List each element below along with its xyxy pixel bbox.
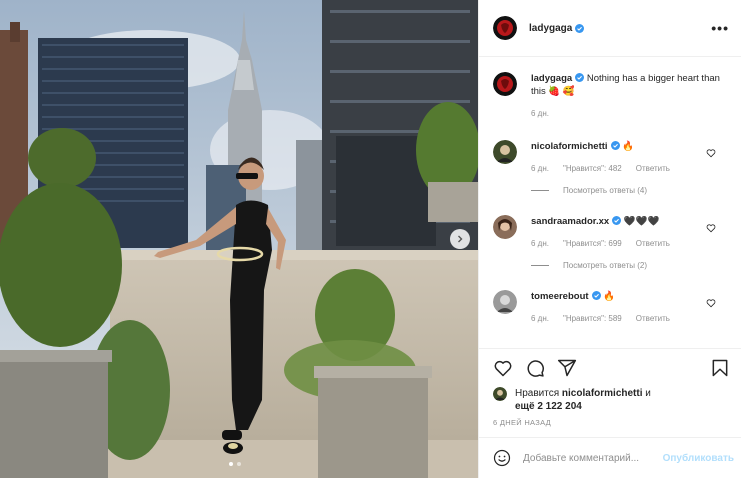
photo-scene	[0, 0, 478, 478]
comment-text: 🔥	[622, 141, 635, 152]
view-replies-label: Посмотреть ответы (2)	[563, 261, 648, 270]
comment-input[interactable]	[523, 452, 655, 464]
verified-icon	[612, 216, 622, 225]
comment-icon[interactable]	[525, 358, 545, 378]
likes-suffix: и	[645, 388, 651, 399]
likes-count-button[interactable]: ещё 2 122 204	[515, 401, 582, 412]
commenter-avatar[interactable]	[493, 290, 517, 314]
verified-icon	[610, 141, 620, 150]
like-comment-heart-icon[interactable]	[706, 148, 716, 158]
post-photo[interactable]	[0, 0, 478, 478]
comment-text: 🖤🖤🖤	[623, 216, 660, 227]
carousel-dot-active	[229, 462, 233, 466]
author-avatar[interactable]	[493, 16, 517, 40]
emoji-icon[interactable]	[493, 449, 511, 467]
comment-likes-count[interactable]: "Нравится": 699	[563, 239, 622, 248]
carousel-indicator	[229, 462, 241, 466]
instagram-post: ladygaga ••• ladygaga Nothing has a bigg…	[0, 0, 741, 478]
likes-text: Нравится nicolaformichetti и ещё 2 122 2…	[515, 387, 651, 413]
comments-list[interactable]: ladygaga Nothing has a bigger heart than…	[479, 58, 741, 348]
view-replies-button[interactable]: Посмотреть ответы (2)	[531, 261, 728, 270]
likes-summary: Нравится nicolaformichetti и ещё 2 122 2…	[479, 387, 741, 413]
comment-age: 6 дн.	[531, 239, 549, 248]
more-options-icon[interactable]: •••	[711, 20, 729, 36]
publish-button[interactable]: Опубликовать	[663, 453, 734, 464]
verified-icon	[575, 23, 585, 33]
add-comment-bar: Опубликовать	[479, 437, 741, 478]
share-icon[interactable]	[557, 358, 577, 378]
comment-username[interactable]: sandraamador.xx	[531, 216, 609, 227]
caption-age: 6 дн.	[531, 109, 549, 118]
comment-likes-count[interactable]: "Нравится": 482	[563, 164, 622, 173]
author-username[interactable]: ladygaga	[529, 23, 572, 34]
post-timestamp[interactable]: 6 ДНЕЙ НАЗАД	[479, 413, 741, 427]
reply-button[interactable]: Ответить	[636, 164, 670, 173]
bookmark-icon[interactable]	[710, 358, 730, 378]
liker-avatar[interactable]	[493, 387, 507, 401]
comment-age: 6 дн.	[531, 314, 549, 323]
reply-button[interactable]: Ответить	[636, 239, 670, 248]
replies-divider	[531, 190, 549, 191]
commenter-avatar[interactable]	[493, 215, 517, 239]
comment-username[interactable]: tomeerebout	[531, 291, 589, 302]
post-header: ladygaga •••	[479, 0, 741, 57]
liker-username[interactable]: nicolaformichetti	[562, 388, 643, 399]
caption-username[interactable]: ladygaga	[531, 73, 572, 84]
likes-prefix: Нравится	[515, 388, 560, 399]
comment: tomeerebout 🔥 6 дн. "Нравится": 589 Отве…	[493, 290, 728, 323]
carousel-next-button[interactable]	[450, 229, 470, 249]
caption: ladygaga Nothing has a bigger heart than…	[493, 72, 728, 118]
view-replies-button[interactable]: Посмотреть ответы (4)	[531, 186, 728, 195]
comment-likes-count[interactable]: "Нравится": 589	[563, 314, 622, 323]
comment-text: 🔥	[603, 291, 616, 302]
comment-username[interactable]: nicolaformichetti	[531, 141, 608, 152]
carousel-dot	[237, 462, 241, 466]
view-replies-label: Посмотреть ответы (4)	[563, 186, 648, 195]
verified-icon	[591, 291, 601, 300]
action-icons-row	[479, 349, 741, 387]
commenter-avatar[interactable]	[493, 140, 517, 164]
chevron-right-icon	[458, 235, 463, 243]
like-comment-heart-icon[interactable]	[706, 298, 716, 308]
reply-button[interactable]: Ответить	[636, 314, 670, 323]
post-sidebar: ladygaga ••• ladygaga Nothing has a bigg…	[478, 0, 741, 478]
replies-divider	[531, 265, 549, 266]
verified-icon	[575, 73, 585, 82]
heart-icon[interactable]	[493, 358, 513, 378]
caption-avatar[interactable]	[493, 72, 517, 96]
post-actions: Нравится nicolaformichetti и ещё 2 122 2…	[479, 348, 741, 427]
comment-age: 6 дн.	[531, 164, 549, 173]
like-comment-heart-icon[interactable]	[706, 223, 716, 233]
comment: sandraamador.xx 🖤🖤🖤 6 дн. "Нравится": 69…	[493, 215, 728, 270]
comment: nicolaformichetti 🔥 6 дн. "Нравится": 48…	[493, 140, 728, 195]
